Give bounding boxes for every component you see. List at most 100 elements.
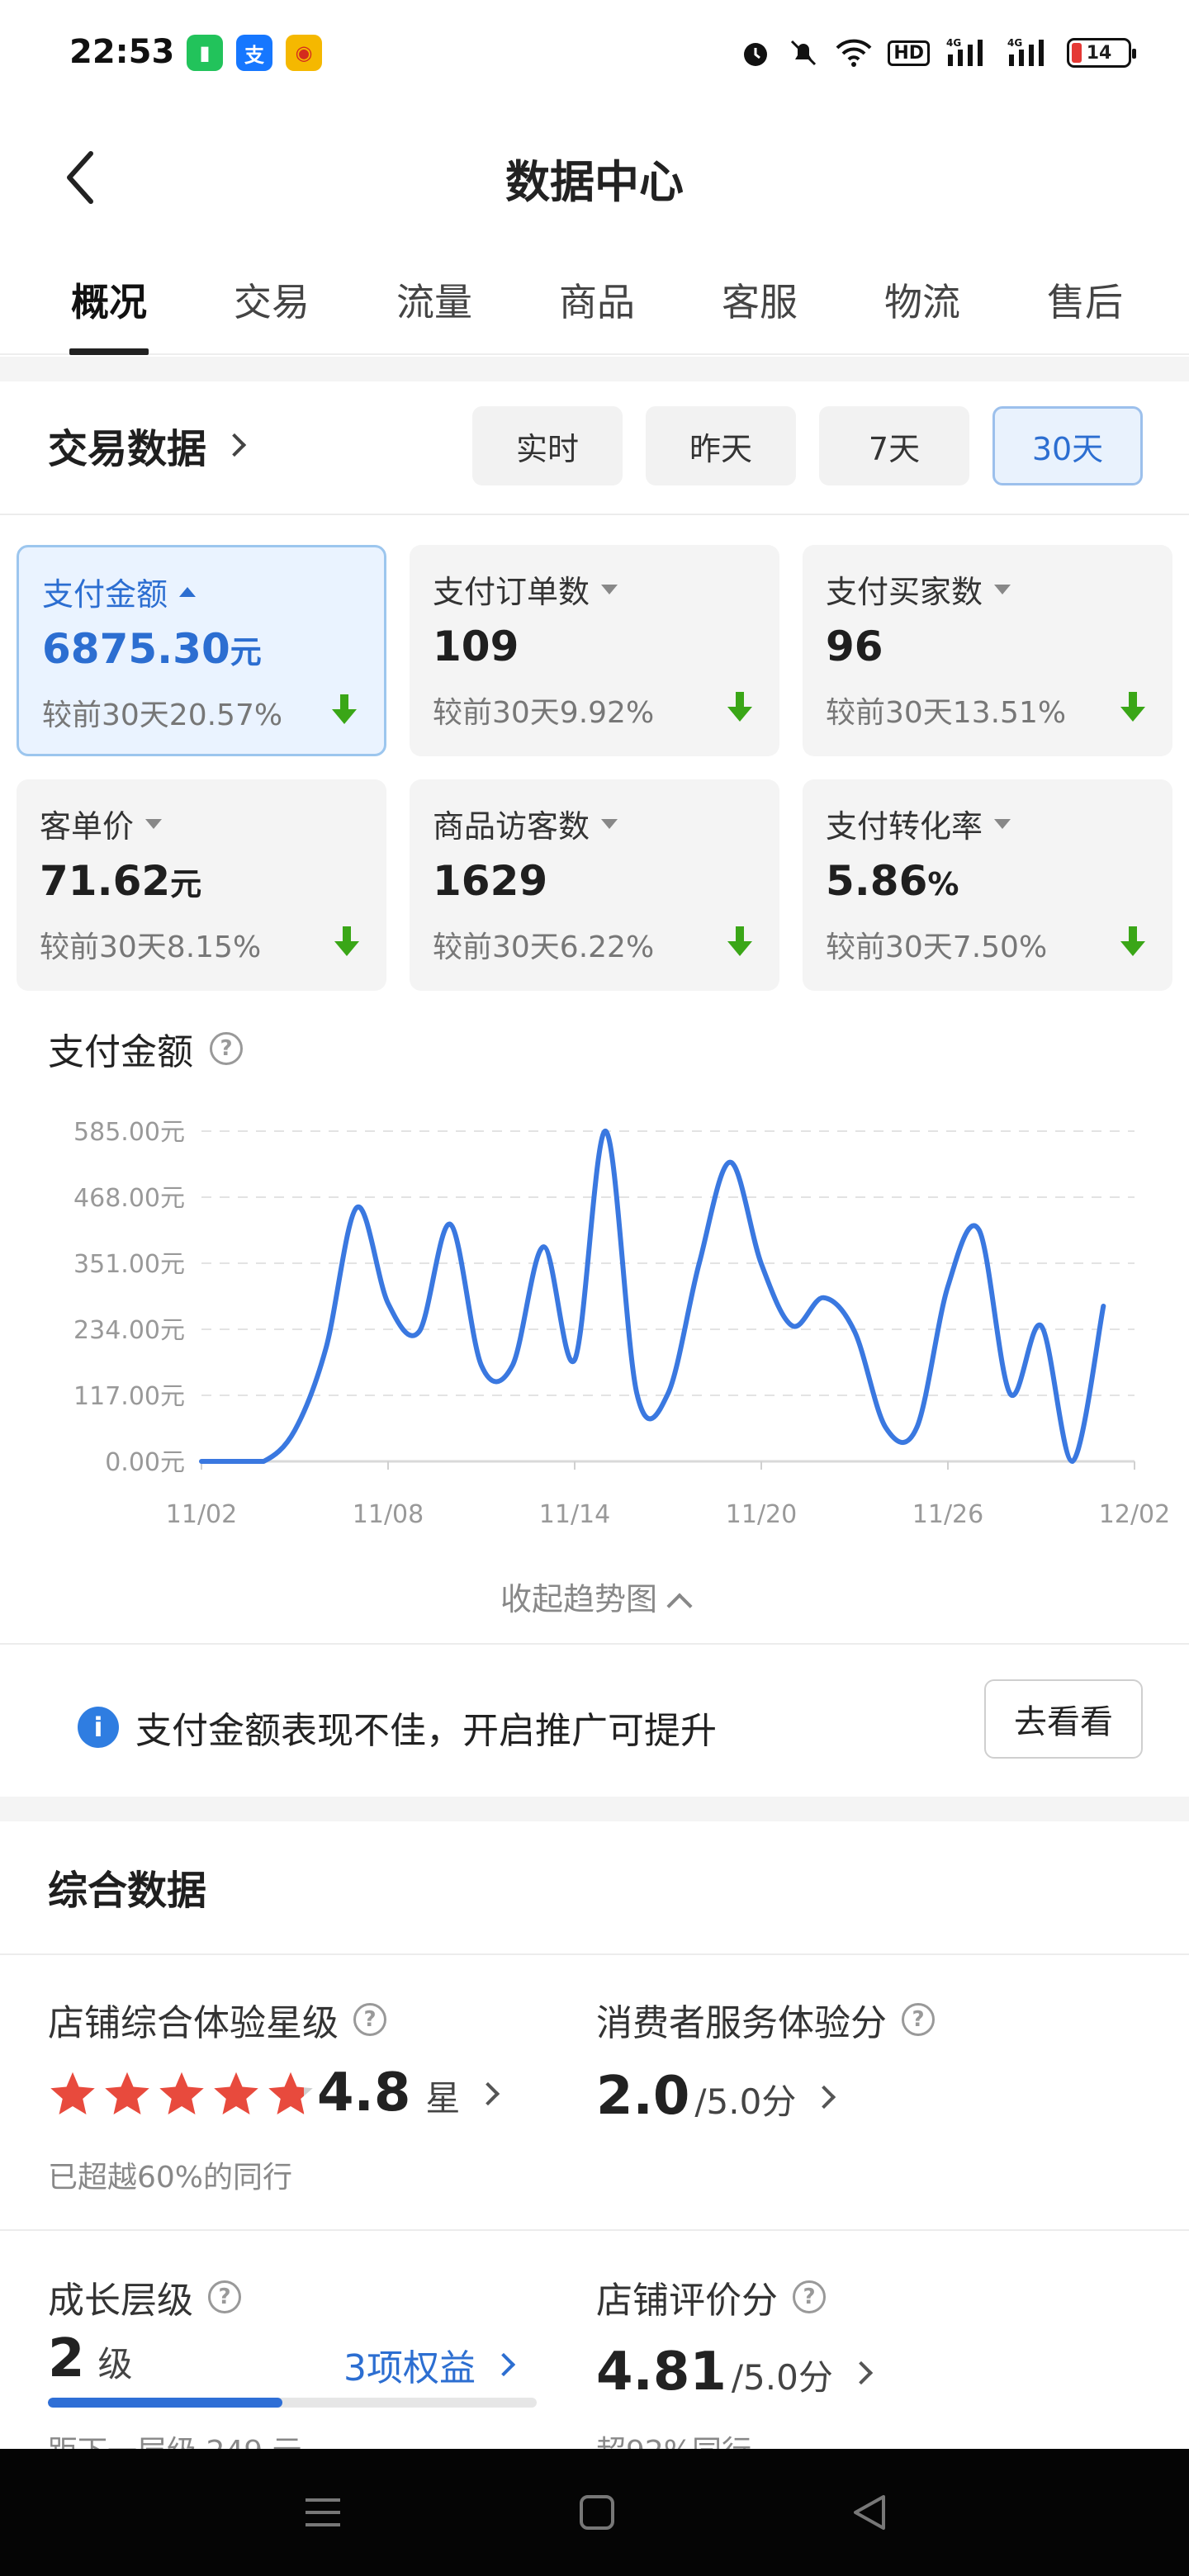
tab-transaction[interactable]: 交易 — [218, 272, 325, 327]
store-rating-label-text: 店铺综合体验星级 — [48, 2002, 339, 2044]
review-score-label: 店铺评价分 ? — [596, 2271, 826, 2323]
card-label: 客单价 — [40, 808, 135, 845]
mute-icon — [787, 36, 820, 69]
tab-traffic[interactable]: 流量 — [381, 272, 488, 327]
alipay-app-icon: 支 — [236, 35, 272, 71]
section-gap — [0, 1797, 1189, 1821]
card-compare: 较前30天13.51% — [826, 696, 1067, 730]
card-unit: % — [927, 866, 959, 902]
card-compare: 较前30天8.15% — [40, 930, 262, 964]
metric-card-conversion-rate[interactable]: 支付转化率 5.86% 较前30天7.50% — [803, 779, 1172, 991]
network-label-2: 4G — [1007, 37, 1022, 49]
caret-down-icon — [601, 584, 618, 594]
star-icon — [214, 2072, 258, 2114]
card-label: 支付转化率 — [826, 808, 983, 845]
status-bar: 22:53 ▮ 支 ◉ HD 4G 4G 14 — [0, 0, 1189, 107]
help-icon[interactable]: ? — [210, 1032, 243, 1065]
metric-card-buyer-count[interactable]: 支付买家数 96 较前30天13.51% — [803, 545, 1172, 756]
review-score-label-text: 店铺评价分 — [596, 2280, 778, 2322]
home-icon[interactable] — [578, 2492, 616, 2533]
x-tick-label: 11/20 — [726, 1500, 797, 1529]
status-icons: HD 4G 4G 14 — [739, 30, 1136, 76]
y-tick-label: 585.00元 — [73, 1118, 185, 1147]
growth-unit: 级 — [97, 2344, 133, 2384]
down-arrow-icon — [1120, 692, 1145, 722]
menu-icon[interactable] — [302, 2492, 343, 2533]
back-nav-icon[interactable] — [849, 2492, 890, 2533]
store-rating-sub: 已超越60%的同行 — [48, 2161, 293, 2195]
down-arrow-icon — [727, 692, 752, 722]
caret-down-icon — [994, 584, 1011, 594]
x-tick-label: 11/02 — [166, 1500, 237, 1529]
range-realtime-button[interactable]: 实时 — [472, 406, 623, 485]
range-7days-button[interactable]: 7天 — [819, 406, 969, 485]
battery-level: 14 — [1086, 42, 1112, 64]
view-promotion-button[interactable]: 去看看 — [984, 1679, 1143, 1759]
help-icon[interactable]: ? — [208, 2280, 241, 2313]
tab-overview[interactable]: 概况 — [55, 272, 163, 327]
y-tick-label: 468.00元 — [73, 1184, 185, 1213]
alarm-icon — [739, 36, 772, 69]
metric-card-order-count[interactable]: 支付订单数 109 较前30天9.92% — [410, 545, 779, 756]
divider — [0, 1953, 1189, 1955]
y-tick-label: 0.00元 — [105, 1448, 185, 1477]
card-value: 96 — [826, 623, 883, 670]
card-unit: 元 — [170, 866, 202, 902]
help-icon[interactable]: ? — [353, 2003, 386, 2036]
store-rating-value: 4.8 — [317, 2062, 411, 2124]
range-yesterday-button[interactable]: 昨天 — [646, 406, 796, 485]
card-label: 支付订单数 — [433, 574, 590, 610]
growth-label-text: 成长层级 — [48, 2280, 193, 2322]
store-rating-value-link[interactable]: 4.8 星 — [317, 2062, 500, 2124]
divider — [0, 514, 1189, 515]
consumer-score-unit: /5.0分 — [694, 2081, 797, 2122]
caret-up-icon — [179, 586, 197, 597]
tab-products[interactable]: 商品 — [543, 272, 651, 327]
y-tick-label: 351.00元 — [73, 1250, 185, 1279]
y-tick-label: 234.00元 — [73, 1316, 185, 1345]
down-arrow-icon — [332, 694, 357, 724]
down-arrow-icon — [1120, 926, 1145, 956]
tip-text: 支付金额表现不佳，开启推广可提升 — [135, 1710, 717, 1752]
help-icon[interactable]: ? — [902, 2003, 935, 2036]
star-icon — [268, 2072, 313, 2114]
collapse-label: 收起趋势图 — [500, 1581, 657, 1617]
hd-icon: HD — [888, 36, 930, 69]
signal-icon-2: 4G — [1006, 36, 1052, 69]
metric-card-payment-amount[interactable]: 支付金额 6875.30元 较前30天20.57% — [17, 545, 386, 756]
wallet-app-icon: ▮ — [187, 35, 223, 71]
series-line — [199, 1128, 1106, 1464]
card-label: 商品访客数 — [433, 808, 590, 845]
network-label-1: 4G — [946, 37, 961, 49]
card-value: 6875.30 — [42, 625, 230, 673]
help-icon[interactable]: ? — [793, 2280, 826, 2313]
growth-progress-fill — [48, 2398, 283, 2408]
divider — [0, 2229, 1189, 2231]
card-value: 5.86 — [826, 857, 928, 905]
consumer-score-label: 消费者服务体验分 ? — [596, 1993, 935, 2046]
consumer-score-value-link[interactable]: 2.0 /5.0分 — [596, 2066, 836, 2127]
store-rating-unit: 星 — [425, 2078, 461, 2119]
transaction-section-link[interactable]: 交易数据 — [48, 416, 247, 474]
status-time: 22:53 — [69, 33, 175, 71]
chevron-right-icon — [849, 2361, 874, 2385]
card-compare: 较前30天7.50% — [826, 930, 1048, 964]
metric-card-visitors[interactable]: 商品访客数 1629 较前30天6.22% — [410, 779, 779, 991]
metric-card-avg-order-value[interactable]: 客单价 71.62元 较前30天8.15% — [17, 779, 386, 991]
range-30days-button[interactable]: 30天 — [992, 406, 1143, 485]
tab-customer-service[interactable]: 客服 — [706, 272, 813, 327]
card-label: 支付买家数 — [826, 574, 983, 610]
signal-icon-1: 4G — [945, 36, 991, 69]
promotion-tip: i 支付金额表现不佳，开启推广可提升 — [78, 1701, 717, 1754]
tab-logistics[interactable]: 物流 — [869, 272, 976, 327]
benefits-link[interactable]: 3项权益 — [343, 2338, 516, 2391]
tab-after-sales[interactable]: 售后 — [1031, 272, 1139, 327]
chart-title-text: 支付金额 — [48, 1031, 193, 1073]
caret-down-icon — [145, 818, 163, 829]
collapse-chart-toggle[interactable]: 收起趋势图 — [0, 1574, 1189, 1619]
review-score-value-link[interactable]: 4.81 /5.0分 — [596, 2342, 874, 2403]
chevron-right-icon — [476, 2081, 500, 2106]
tab-bar: 概况 交易 流量 商品 客服 物流 售后 — [0, 248, 1189, 355]
chevron-up-icon — [666, 1593, 693, 1619]
consumer-score-label-text: 消费者服务体验分 — [596, 2002, 887, 2044]
